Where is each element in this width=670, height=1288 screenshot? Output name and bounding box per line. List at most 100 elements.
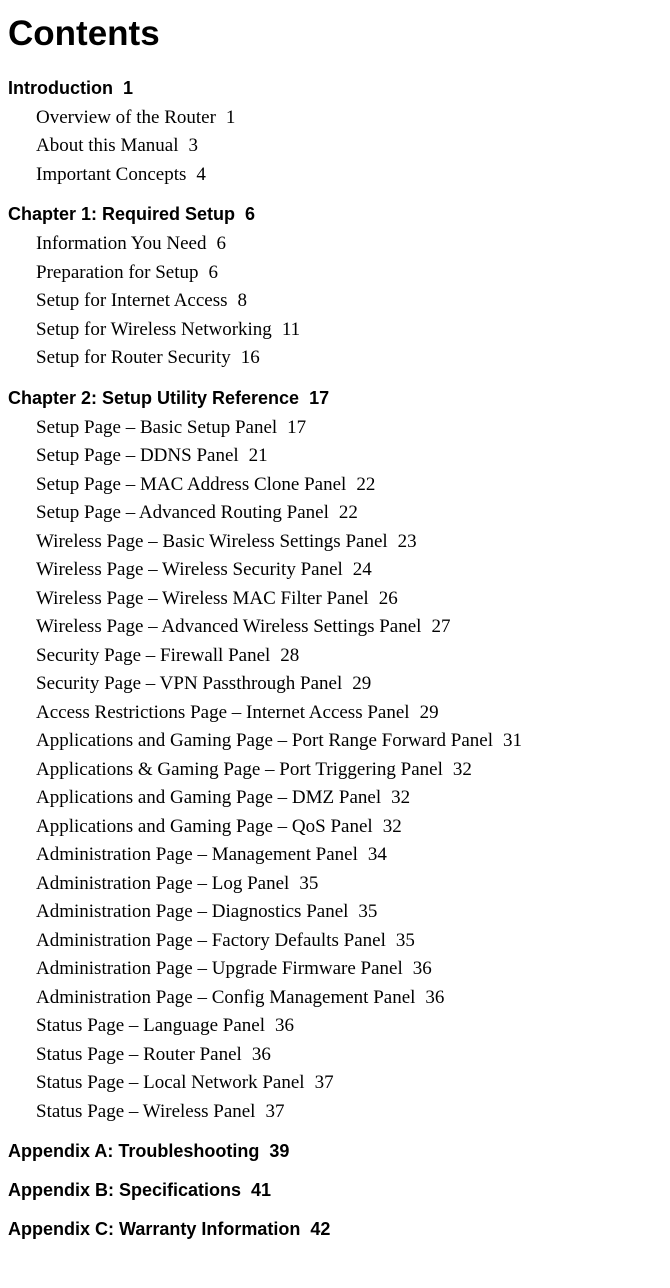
- toc-section-heading: Appendix A: Troubleshooting 39: [8, 1138, 662, 1165]
- toc-entry-page: 17: [287, 417, 306, 438]
- toc-entry-page: 32: [453, 759, 472, 780]
- toc-entry: Overview of the Router 1: [8, 104, 662, 133]
- toc-entry-page: 6: [216, 233, 226, 254]
- toc-entry: Applications and Gaming Page – QoS Panel…: [8, 813, 662, 842]
- toc-section-page: 1: [123, 78, 133, 98]
- toc-entry: Administration Page – Diagnostics Panel 3…: [8, 898, 662, 927]
- toc-entry: Setup Page – Basic Setup Panel17: [8, 414, 662, 443]
- toc-section: Appendix C: Warranty Information42: [8, 1216, 662, 1243]
- toc-entry: Status Page – Local Network Panel37: [8, 1069, 662, 1098]
- toc-entry-title: Overview of the Router: [36, 107, 216, 128]
- toc-entry-title: Administration Page – Management Panel: [36, 844, 358, 865]
- toc-entry-page: 36: [413, 958, 432, 979]
- toc-entry-page: 16: [241, 347, 260, 368]
- toc-section-page: 41: [251, 1180, 271, 1200]
- toc-entry-page: 31: [503, 730, 522, 751]
- toc-section-title: Appendix B: Specifications: [8, 1180, 241, 1200]
- toc-entry-title: Status Page – Router Panel: [36, 1044, 242, 1065]
- toc-entry-title: Applications and Gaming Page – Port Rang…: [36, 730, 493, 751]
- toc-section: Appendix B: Specifications 41: [8, 1177, 662, 1204]
- toc-entry-title: Administration Page – Config Management …: [36, 987, 415, 1008]
- toc-entry-page: 3: [189, 135, 199, 156]
- toc-entry-title: Setup for Router Security: [36, 347, 231, 368]
- toc-entry: Wireless Page – Wireless MAC Filter Pane…: [8, 585, 662, 614]
- toc-entry-page: 29: [352, 673, 371, 694]
- toc-entry: Access Restrictions Page – Internet Acce…: [8, 699, 662, 728]
- toc-entry: Applications and Gaming Page – DMZ Panel…: [8, 784, 662, 813]
- toc-entry-page: 22: [339, 502, 358, 523]
- toc-entry-page: 36: [425, 987, 444, 1008]
- toc-entry-title: Security Page – Firewall Panel: [36, 645, 270, 666]
- toc-entry: Status Page – Router Panel36: [8, 1041, 662, 1070]
- toc-section-heading: Chapter 2: Setup Utility Reference 17: [8, 385, 662, 412]
- toc-entry-page: 26: [379, 588, 398, 609]
- toc-entry: Administration Page – Log Panel 35: [8, 870, 662, 899]
- toc-entry-page: 1: [226, 107, 236, 128]
- toc-entry-page: 11: [282, 319, 300, 340]
- toc-section-title: Chapter 1: Required Setup: [8, 204, 235, 224]
- toc-entry-page: 23: [398, 531, 417, 552]
- toc-section: Chapter 1: Required Setup6Information Yo…: [8, 201, 662, 373]
- toc-entry-title: Administration Page – Upgrade Firmware P…: [36, 958, 403, 979]
- toc-entry: Setup for Internet Access 8: [8, 287, 662, 316]
- table-of-contents: Introduction1 Overview of the Router 1 Abou…: [8, 75, 662, 1244]
- toc-entry: Security Page – VPN Passthrough Panel29: [8, 670, 662, 699]
- toc-section-page: 6: [245, 204, 255, 224]
- toc-entry-title: Preparation for Setup: [36, 262, 199, 283]
- toc-entry-title: Access Restrictions Page – Internet Acce…: [36, 702, 410, 723]
- toc-entry-title: Status Page – Language Panel: [36, 1015, 265, 1036]
- toc-entry-page: 8: [238, 290, 248, 311]
- contents-heading: Contents: [8, 8, 662, 61]
- toc-entry-title: Setup for Internet Access: [36, 290, 228, 311]
- toc-entry-title: Applications and Gaming Page – DMZ Panel: [36, 787, 381, 808]
- toc-entry-title: Administration Page – Factory Defaults P…: [36, 930, 386, 951]
- toc-entry: Administration Page – Config Management …: [8, 984, 662, 1013]
- toc-entry: Setup Page – Advanced Routing Panel 22: [8, 499, 662, 528]
- toc-section-heading: Chapter 1: Required Setup 6: [8, 201, 662, 228]
- toc-entry-title: Setup for Wireless Networking: [36, 319, 272, 340]
- toc-entry-title: Setup Page – Advanced Routing Panel: [36, 502, 329, 523]
- toc-section: Chapter 2: Setup Utility Reference17Setu…: [8, 385, 662, 1127]
- toc-entry-page: 37: [265, 1101, 284, 1122]
- toc-entry-title: Status Page – Local Network Panel: [36, 1072, 305, 1093]
- toc-section-title: Chapter 2: Setup Utility Reference: [8, 388, 299, 408]
- toc-entry: Information You Need6: [8, 230, 662, 259]
- toc-entry-title: Wireless Page – Advanced Wireless Settin…: [36, 616, 421, 637]
- toc-section-title: Appendix A: Troubleshooting: [8, 1141, 259, 1161]
- toc-section-title: Appendix C: Warranty Information: [8, 1219, 300, 1239]
- toc-entry-page: 35: [396, 930, 415, 951]
- toc-entry-page: 6: [209, 262, 219, 283]
- toc-section-page: 39: [269, 1141, 289, 1161]
- toc-entry-page: 4: [196, 164, 206, 185]
- toc-entry-page: 22: [356, 474, 375, 495]
- toc-section-heading: Introduction1: [8, 75, 662, 102]
- toc-entry: Setup Page – DDNS Panel21: [8, 442, 662, 471]
- toc-entry-page: 32: [391, 787, 410, 808]
- toc-entry-title: Applications & Gaming Page – Port Trigge…: [36, 759, 443, 780]
- toc-entry-page: 36: [275, 1015, 294, 1036]
- toc-section-heading: Appendix B: Specifications 41: [8, 1177, 662, 1204]
- toc-entry-title: Wireless Page – Basic Wireless Settings …: [36, 531, 388, 552]
- toc-section: Introduction1 Overview of the Router 1 Abou…: [8, 75, 662, 190]
- toc-entry-page: 34: [368, 844, 387, 865]
- toc-entry-title: Administration Page – Log Panel: [36, 873, 289, 894]
- toc-entry: Status Page – Wireless Panel 37: [8, 1098, 662, 1127]
- toc-entry-page: 35: [358, 901, 377, 922]
- toc-entry-page: 24: [353, 559, 372, 580]
- toc-entry: Security Page – Firewall Panel28: [8, 642, 662, 671]
- toc-entry-page: 35: [299, 873, 318, 894]
- toc-section-page: 17: [309, 388, 329, 408]
- toc-entry-title: About this Manual: [36, 135, 179, 156]
- toc-entry-page: 21: [249, 445, 268, 466]
- toc-entry: Applications and Gaming Page – Port Rang…: [8, 727, 662, 756]
- toc-entry: Administration Page – Management Panel 34: [8, 841, 662, 870]
- toc-entry-title: Wireless Page – Wireless MAC Filter Pane…: [36, 588, 369, 609]
- toc-section-heading: Appendix C: Warranty Information42: [8, 1216, 662, 1243]
- toc-entry-title: Administration Page – Diagnostics Panel: [36, 901, 348, 922]
- toc-entry: Setup for Router Security 16: [8, 344, 662, 373]
- toc-entry-title: Status Page – Wireless Panel: [36, 1101, 255, 1122]
- toc-entry: Setup for Wireless Networking 11: [8, 316, 662, 345]
- toc-entry: Applications & Gaming Page – Port Trigge…: [8, 756, 662, 785]
- toc-entry-title: Setup Page – MAC Address Clone Panel: [36, 474, 346, 495]
- toc-entry-page: 29: [420, 702, 439, 723]
